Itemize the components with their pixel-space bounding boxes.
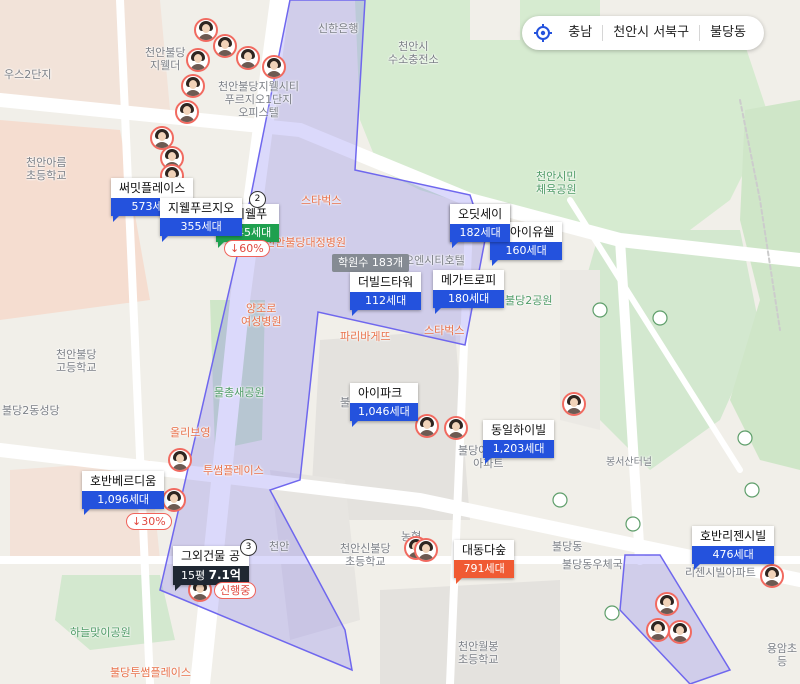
place-twosome: 투썸플레이스 — [203, 464, 264, 477]
marker-name: 오딧세이 — [450, 204, 511, 224]
marker-name: 동일하이빌 — [483, 420, 555, 440]
building-marker-other[interactable]: 그외건물 공 15평 7.1억 — [173, 546, 249, 591]
marker-count: 1,203세대 — [483, 440, 555, 458]
place-haneul-park: 하늘맞이공원 — [70, 626, 131, 639]
place-women-hospital: 양조로 여성병원 — [241, 302, 282, 328]
marker-group-count[interactable]: 2 — [249, 191, 266, 208]
place-cathedral: 불당2동성당 — [2, 404, 60, 417]
breadcrumb-city[interactable]: 천안시 서북구 — [603, 16, 699, 50]
agent-avatar[interactable] — [646, 618, 670, 642]
marker-name: 대동다숲 — [454, 540, 515, 560]
location-breadcrumb: 충남 천안시 서북구 불당동 — [522, 16, 764, 50]
map-canvas[interactable]: 신한은행 천안시 수소충전소 천안불당 지웰더 천안불당지웰시티 푸르지오1단지… — [0, 0, 800, 684]
marker-count: 112세대 — [350, 292, 422, 310]
complex-marker-megatrophy[interactable]: 메가트로피 180세대 — [433, 270, 505, 314]
breadcrumb-province[interactable]: 충남 — [558, 16, 602, 50]
agent-avatar[interactable] — [444, 416, 468, 440]
marker-count: 1,096세대 — [82, 491, 165, 509]
marker-name: 호반리젠시빌 — [692, 526, 775, 546]
place-paris-baguette: 파리바게뜨 — [340, 330, 391, 343]
marker-count: 476세대 — [692, 546, 775, 564]
agent-avatar[interactable] — [213, 34, 237, 58]
breadcrumb-dong[interactable]: 불당동 — [700, 16, 756, 50]
place-sports-park: 천안시민 체육공원 — [536, 170, 577, 196]
place-hydrogen-station: 천안시 수소충전소 — [388, 40, 439, 66]
marker-name: 그외건물 공 — [173, 546, 249, 566]
agent-avatar[interactable] — [181, 74, 205, 98]
agent-avatar[interactable] — [168, 448, 192, 472]
place-post-office: 불당동우체국 — [562, 558, 623, 571]
place-starbucks-2: 스타벅스 — [424, 324, 465, 337]
marker-name: 메가트로피 — [433, 270, 505, 290]
place-areum-school: 천안아름 초등학교 — [26, 156, 67, 182]
marker-count: 160세대 — [490, 242, 563, 260]
price-change-tag: ↓60% — [224, 240, 270, 257]
marker-count: 791세대 — [454, 560, 515, 578]
place-jiwell-officetel: 천안불당 지웰더 — [145, 46, 186, 72]
marker-group-count[interactable]: 3 — [240, 539, 257, 556]
complex-marker-ipark[interactable]: 아이파크 1,046세대 — [350, 383, 418, 427]
place-wolbong-school: 천안월봉 초등학교 — [458, 640, 499, 666]
crosshair-icon[interactable] — [532, 22, 554, 44]
agent-avatar[interactable] — [162, 488, 186, 512]
complex-marker-hoban-regency[interactable]: 호반리젠시빌 476세대 — [692, 526, 775, 570]
place-buldang-dong: 불당동 — [552, 540, 583, 553]
academy-count-label[interactable]: 학원수 183개 — [332, 254, 409, 272]
agent-avatar[interactable] — [186, 48, 210, 72]
complex-marker-hoban-verdium[interactable]: 호반베르디움 1,096세대 — [82, 471, 165, 515]
complex-marker-dongil[interactable]: 동일하이빌 1,203세대 — [483, 420, 555, 464]
marker-price-value: 7.1억 — [208, 568, 241, 582]
complex-marker-odyssey-front[interactable]: 오딧세이 182세대 — [450, 204, 511, 248]
place-youngam: 용암초등 — [766, 642, 798, 668]
marker-name: 호반베르디움 — [82, 471, 165, 491]
place-cheonan: 천안 — [269, 540, 290, 553]
complex-marker-jiwell-fursio[interactable]: 지웰푸르지오 355세대 — [160, 198, 243, 242]
marker-count: 182세대 — [450, 224, 511, 242]
place-mulchong-park: 물총새공원 — [214, 386, 265, 399]
marker-name: 아이파크 — [350, 383, 418, 403]
place-olive-young: 올리브영 — [170, 426, 211, 439]
agent-avatar[interactable] — [236, 46, 260, 70]
place-fursio-officetel: 천안불당지웰시티 푸르지오1단지 오피스텔 — [218, 80, 299, 119]
marker-name: 지웰푸르지오 — [160, 198, 243, 218]
agent-avatar[interactable] — [668, 620, 692, 644]
place-bongseo-tunnel: 봉서산터널 — [606, 457, 652, 468]
agent-avatar[interactable] — [655, 592, 679, 616]
complex-marker-daedong[interactable]: 대동다숲 791세대 — [454, 540, 515, 584]
place-buldang-twosome: 불당투썸플레이스 — [110, 666, 191, 679]
marker-size: 15평 — [181, 569, 206, 582]
place-highschool: 천안불당 고등학교 — [56, 348, 97, 374]
marker-count: 355세대 — [160, 218, 243, 236]
agent-avatar[interactable] — [414, 538, 438, 562]
complex-marker-the-build[interactable]: 더빌드타워 112세대 — [350, 272, 422, 316]
agent-avatar[interactable] — [262, 55, 286, 79]
agent-avatar[interactable] — [562, 392, 586, 416]
agent-avatar[interactable] — [760, 564, 784, 588]
map-base-layer — [0, 0, 800, 684]
marker-name: 더빌드타워 — [350, 272, 422, 292]
agent-avatar[interactable] — [175, 100, 199, 124]
place-apt2: 우스2단지 — [4, 68, 52, 81]
place-bank: 신한은행 — [318, 22, 359, 35]
place-hotel: 오엔시티호텔 — [404, 254, 465, 267]
price-change-tag: ↓30% — [126, 513, 172, 530]
place-park2: 불당2공원 — [505, 294, 553, 307]
marker-count: 180세대 — [433, 290, 505, 308]
place-starbucks-1: 스타벅스 — [301, 194, 342, 207]
progress-tag: 신행중 — [214, 582, 257, 599]
marker-name: 써밋플레이스 — [111, 178, 194, 198]
marker-count: 1,046세대 — [350, 403, 418, 421]
agent-avatar[interactable] — [415, 414, 439, 438]
place-sinbuldang-school: 천안신불당 초등학교 — [340, 542, 391, 568]
